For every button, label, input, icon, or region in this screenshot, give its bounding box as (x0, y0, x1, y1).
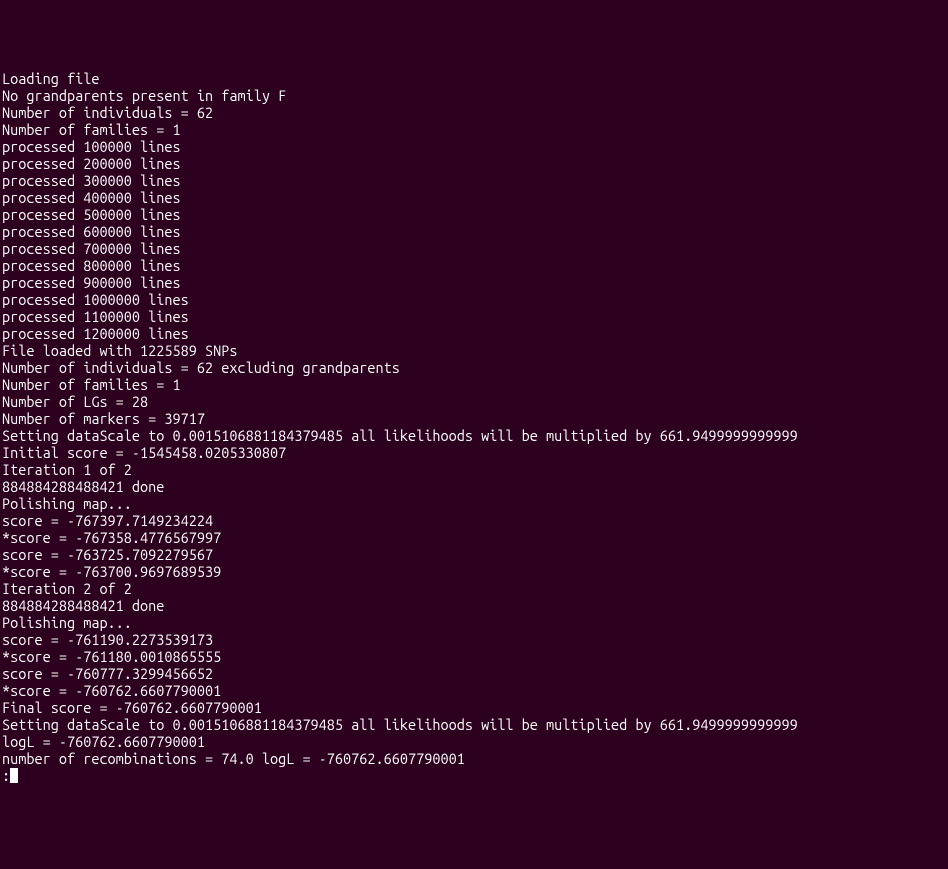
terminal-line: Final score = -760762.6607790001 (2, 699, 946, 716)
pager-prompt-row[interactable]: : (2, 767, 946, 784)
terminal-line: *score = -760762.6607790001 (2, 682, 946, 699)
terminal-line: Number of individuals = 62 (2, 104, 946, 121)
pager-prompt: : (2, 767, 10, 784)
terminal-line: Setting dataScale to 0.00151068811843794… (2, 427, 946, 444)
terminal-line: score = -761190.2273539173 (2, 631, 946, 648)
terminal-line: processed 900000 lines (2, 274, 946, 291)
terminal-line: Iteration 1 of 2 (2, 461, 946, 478)
terminal-line: Number of markers = 39717 (2, 410, 946, 427)
terminal-line: processed 1200000 lines (2, 325, 946, 342)
terminal-line: Number of individuals = 62 excluding gra… (2, 359, 946, 376)
terminal-line: Setting dataScale to 0.00151068811843794… (2, 716, 946, 733)
terminal-line: 884884288488421 done (2, 478, 946, 495)
cursor-block (10, 768, 18, 783)
terminal-line: processed 700000 lines (2, 240, 946, 257)
terminal-line: Number of families = 1 (2, 376, 946, 393)
terminal-line: processed 800000 lines (2, 257, 946, 274)
terminal-line: processed 500000 lines (2, 206, 946, 223)
terminal-line: Number of families = 1 (2, 121, 946, 138)
terminal-line: processed 200000 lines (2, 155, 946, 172)
terminal-line: Polishing map... (2, 495, 946, 512)
terminal-line: *score = -761180.0010865555 (2, 648, 946, 665)
terminal-line: *score = -767358.4776567997 (2, 529, 946, 546)
terminal-line: processed 600000 lines (2, 223, 946, 240)
terminal-line: logL = -760762.6607790001 (2, 733, 946, 750)
terminal-line: Polishing map... (2, 614, 946, 631)
terminal-line: number of recombinations = 74.0 logL = -… (2, 750, 946, 767)
terminal-line: processed 400000 lines (2, 189, 946, 206)
terminal-line: processed 1000000 lines (2, 291, 946, 308)
terminal-line: File loaded with 1225589 SNPs (2, 342, 946, 359)
terminal-line: Loading file (2, 70, 946, 87)
terminal-line: processed 300000 lines (2, 172, 946, 189)
terminal-line: Number of LGs = 28 (2, 393, 946, 410)
terminal-line: No grandparents present in family F (2, 87, 946, 104)
terminal-line: Initial score = -1545458.0205330807 (2, 444, 946, 461)
terminal-line: processed 1100000 lines (2, 308, 946, 325)
terminal-line: score = -760777.3299456652 (2, 665, 946, 682)
terminal-line: score = -763725.7092279567 (2, 546, 946, 563)
terminal-window[interactable]: { "lines": [ "Loading file", "No grandpa… (0, 0, 948, 716)
terminal-line: score = -767397.7149234224 (2, 512, 946, 529)
terminal-output: Loading fileNo grandparents present in f… (2, 70, 946, 767)
terminal-line: *score = -763700.9697689539 (2, 563, 946, 580)
terminal-line: 884884288488421 done (2, 597, 946, 614)
terminal-line: processed 100000 lines (2, 138, 946, 155)
terminal-line: Iteration 2 of 2 (2, 580, 946, 597)
